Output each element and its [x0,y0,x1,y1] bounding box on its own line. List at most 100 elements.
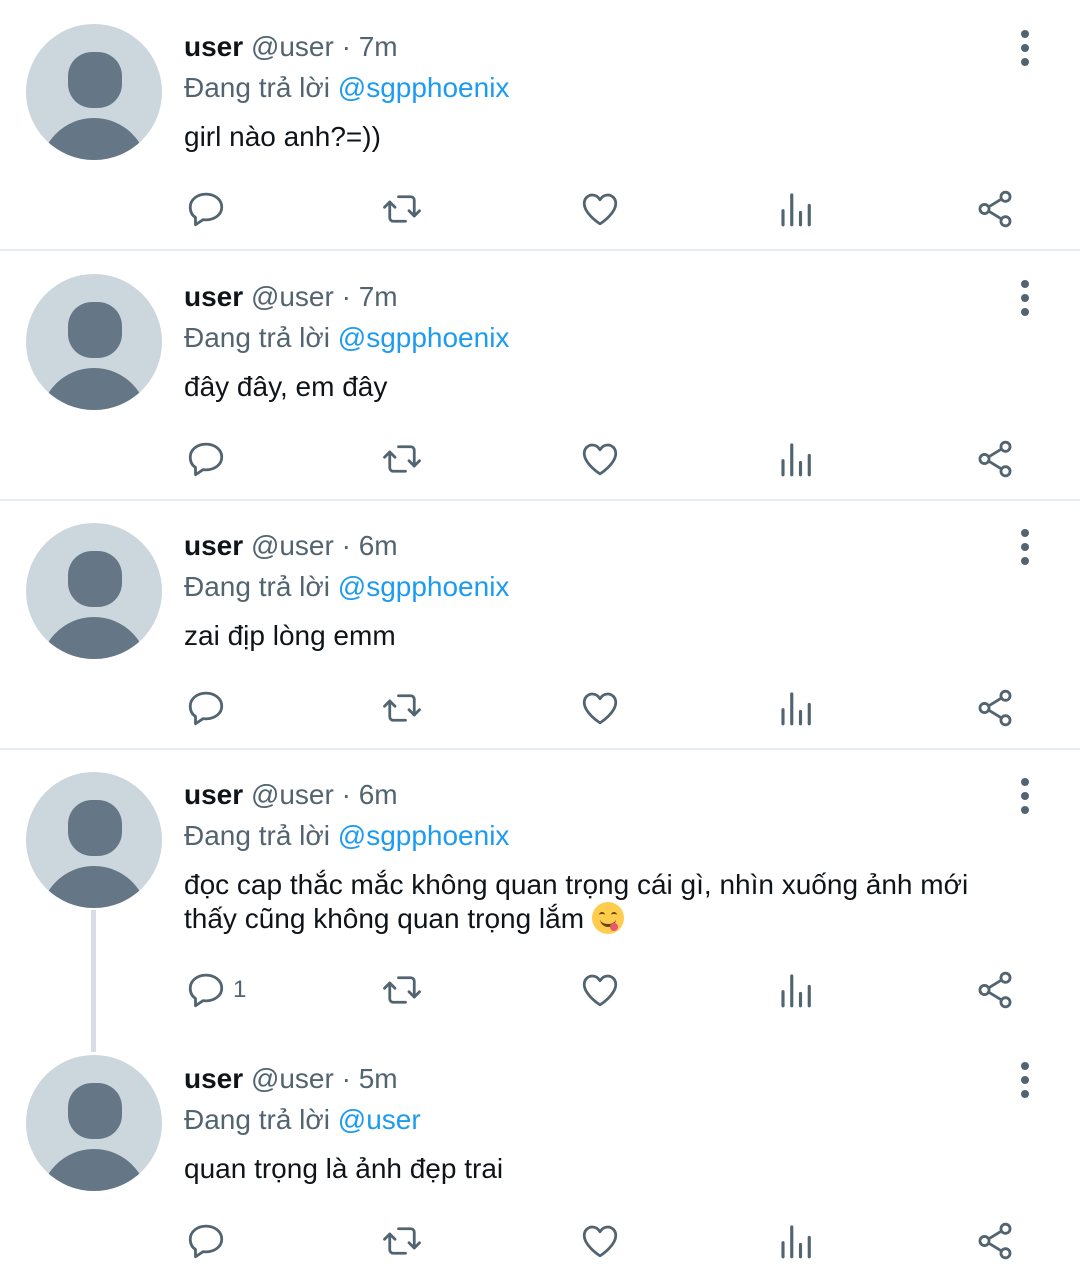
mention-link[interactable]: @sgpphoenix [338,72,510,103]
more-icon[interactable] [1010,1058,1040,1102]
retweet-icon [383,976,421,1004]
reply-button[interactable] [185,434,233,484]
replying-to-label: Đang trả lời [184,571,330,602]
like-button[interactable] [579,1216,621,1266]
separator-dot: · [341,31,351,62]
avatar[interactable] [26,274,162,410]
face-savoring-food-emoji [591,902,624,934]
display-name[interactable]: user [184,1063,243,1094]
retweet-icon [383,694,421,722]
views-button[interactable] [776,434,818,484]
like-button[interactable] [579,434,621,484]
action-bar [0,683,1080,733]
user-handle[interactable]: @user [251,779,334,810]
tweet-header: user @user · 6m [184,529,398,563]
tweet[interactable]: user @user · 6m Đang trả lời @sgpphoenix… [0,499,1080,749]
retweet-button[interactable] [381,434,423,484]
timestamp[interactable]: 6m [359,530,398,561]
timestamp[interactable]: 7m [359,31,398,62]
retweet-button[interactable] [381,184,423,234]
tweet[interactable]: user @user · 7m Đang trả lời @sgpphoenix… [0,250,1080,500]
tweet-text: girl nào anh?=)) [184,121,381,152]
replying-to-label: Đang trả lời [184,820,330,851]
more-icon[interactable] [1010,26,1040,70]
views-icon [781,974,811,1008]
retweet-icon [383,1227,421,1255]
like-icon [582,692,618,725]
reply-icon [188,192,224,227]
avatar[interactable] [26,1055,162,1191]
share-icon [978,971,1012,1009]
reply-button[interactable]: 1 [185,965,246,1015]
share-button[interactable] [974,1216,1016,1266]
user-handle[interactable]: @user [251,31,334,62]
mention-link[interactable]: @sgpphoenix [338,322,510,353]
retweet-button[interactable] [381,683,423,733]
share-button[interactable] [974,184,1016,234]
user-handle[interactable]: @user [251,1063,334,1094]
reply-icon [188,691,224,726]
tweet-text: quan trọng là ảnh đẹp trai [184,1153,504,1184]
replying-to: Đang trả lời @sgpphoenix [184,321,509,355]
timestamp[interactable]: 7m [359,281,398,312]
more-icon[interactable] [1010,276,1040,320]
retweet-button[interactable] [381,965,423,1015]
action-bar [0,434,1080,484]
views-button[interactable] [776,965,818,1015]
reply-icon [188,442,224,477]
avatar[interactable] [26,523,162,659]
replying-to: Đang trả lời @sgpphoenix [184,71,509,105]
separator-dot: · [341,281,351,312]
like-icon [582,193,618,226]
display-name[interactable]: user [184,31,243,62]
retweet-button[interactable] [381,1216,423,1266]
avatar[interactable] [26,772,162,908]
tweet-text: đây đây, em đây [184,371,388,402]
share-button[interactable] [974,434,1016,484]
share-button[interactable] [974,683,1016,733]
views-button[interactable] [776,1216,818,1266]
separator-dot: · [341,1063,351,1094]
avatar[interactable] [26,24,162,160]
views-icon [781,443,811,477]
views-button[interactable] [776,683,818,733]
user-handle[interactable]: @user [251,281,334,312]
share-button[interactable] [974,965,1016,1015]
views-button[interactable] [776,184,818,234]
action-bar: 1 [0,965,1080,1015]
like-button[interactable] [579,683,621,733]
display-name[interactable]: user [184,530,243,561]
display-name[interactable]: user [184,779,243,810]
timestamp[interactable]: 6m [359,779,398,810]
reply-icon [188,973,224,1008]
tweet-header: user @user · 5m [184,1062,398,1096]
timestamp[interactable]: 5m [359,1063,398,1094]
reply-button[interactable] [185,1216,233,1266]
tweet[interactable]: user @user · 6m Đang trả lời @sgpphoenix… [0,749,1080,1033]
more-icon[interactable] [1010,774,1040,818]
action-bar [0,1216,1080,1266]
views-icon [781,1225,811,1259]
tweet-text: đọc cap thắc mắc không quan trọng cái gì… [184,868,1024,936]
reply-button[interactable] [185,683,233,733]
user-handle[interactable]: @user [251,530,334,561]
tweet-text-content: đọc cap thắc mắc không quan trọng cái gì… [184,869,969,934]
separator-dot: · [341,779,351,810]
like-button[interactable] [579,184,621,234]
tweet[interactable]: user @user · 7m Đang trả lời @sgpphoenix… [0,0,1080,250]
tweet-header: user @user · 7m [184,30,398,64]
tweet[interactable]: user @user · 5m Đang trả lời @user quan … [0,1033,1080,1273]
mention-link[interactable]: @user [338,1104,421,1135]
reply-button[interactable] [185,184,233,234]
mention-link[interactable]: @sgpphoenix [338,571,510,602]
display-name[interactable]: user [184,281,243,312]
share-icon [978,689,1012,727]
replying-to: Đang trả lời @user [184,1103,421,1137]
replying-to-label: Đang trả lời [184,1104,330,1135]
like-button[interactable] [579,965,621,1015]
mention-link[interactable]: @sgpphoenix [338,820,510,851]
share-icon [978,1222,1012,1260]
reply-icon [188,1224,224,1259]
share-icon [978,440,1012,478]
more-icon[interactable] [1010,525,1040,569]
